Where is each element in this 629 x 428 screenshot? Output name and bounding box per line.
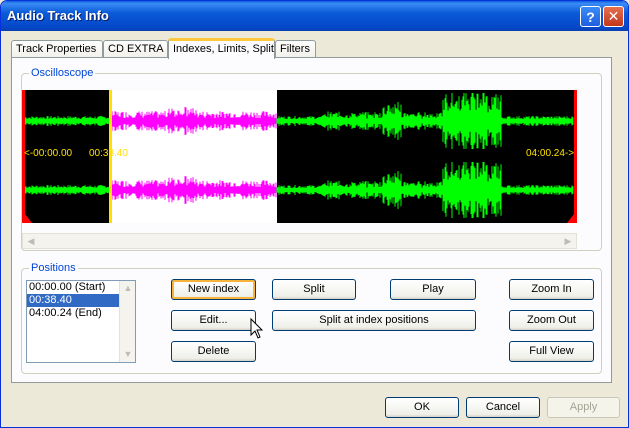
- ok-button[interactable]: OK: [385, 397, 459, 418]
- scroll-left-arrow-icon[interactable]: ◀: [23, 234, 39, 248]
- mouse-pointer-icon: [250, 318, 264, 339]
- scroll-right-arrow-icon[interactable]: ▶: [560, 234, 576, 248]
- start-time-label: <-00:00.00: [24, 148, 73, 159]
- new-index-button[interactable]: New index: [171, 279, 256, 300]
- cancel-button[interactable]: Cancel: [466, 397, 540, 418]
- close-button[interactable]: ✕: [603, 6, 624, 27]
- close-icon: ✕: [607, 8, 620, 24]
- zoom-in-button[interactable]: Zoom In: [509, 279, 594, 300]
- oscilloscope-horizontal-scrollbar[interactable]: ◀ ▶: [22, 233, 577, 249]
- apply-button[interactable]: Apply: [547, 397, 620, 418]
- tab-indexes-limits-split[interactable]: Indexes, Limits, Split: [168, 38, 275, 59]
- tab-track-properties[interactable]: Track Properties: [11, 40, 103, 58]
- edit-button[interactable]: Edit...: [171, 310, 256, 331]
- audio-track-info-window: Audio Track Info ? ✕ Track Properties CD…: [0, 0, 629, 428]
- oscilloscope-display[interactable]: <-00:00.00 00:38.40 04:00.24->: [22, 90, 577, 223]
- dialog-client-area: Track Properties CD EXTRA Indexes, Limit…: [4, 31, 625, 424]
- positions-group-label: Positions: [29, 262, 78, 274]
- split-button[interactable]: Split: [272, 279, 356, 300]
- end-time-label: 04:00.24->: [526, 148, 575, 159]
- zoom-out-button[interactable]: Zoom Out: [509, 310, 594, 331]
- play-button[interactable]: Play: [390, 279, 476, 300]
- help-button[interactable]: ?: [580, 6, 601, 27]
- delete-button[interactable]: Delete: [171, 341, 256, 362]
- end-marker[interactable]: [574, 90, 577, 223]
- scroll-down-arrow-icon[interactable]: ▼: [120, 347, 136, 361]
- scroll-up-arrow-icon[interactable]: ▲: [120, 281, 136, 295]
- positions-list-scrollbar[interactable]: ▲ ▼: [119, 281, 135, 362]
- tab-filters[interactable]: Filters: [275, 40, 316, 58]
- cursor-time-label: 00:38.40: [89, 148, 128, 159]
- positions-list[interactable]: 00:00.00 (Start) 00:38.40 04:00.24 (End)…: [26, 280, 136, 363]
- title-bar[interactable]: Audio Track Info ? ✕: [1, 1, 628, 31]
- window-title: Audio Track Info: [7, 8, 109, 23]
- full-view-button[interactable]: Full View: [509, 341, 594, 362]
- tab-cd-extra[interactable]: CD EXTRA: [103, 40, 168, 58]
- oscilloscope-group-label: Oscilloscope: [29, 67, 96, 79]
- split-at-index-positions-button[interactable]: Split at index positions: [272, 310, 476, 331]
